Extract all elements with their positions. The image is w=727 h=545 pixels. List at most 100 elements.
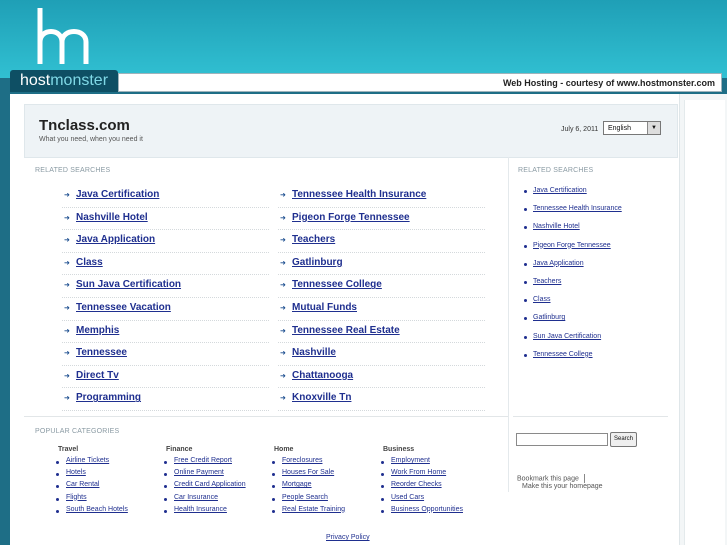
language-select[interactable]: English ▼ bbox=[603, 121, 661, 135]
category-link[interactable]: Used Cars bbox=[391, 494, 424, 501]
related-search-link[interactable]: Tennessee Real Estate bbox=[292, 325, 400, 336]
side-related-link[interactable]: Java Certification bbox=[533, 187, 587, 194]
related-search-link[interactable]: Programming bbox=[76, 392, 141, 403]
top-banner bbox=[0, 0, 727, 78]
category-link[interactable]: Flights bbox=[66, 494, 87, 501]
brand-logo[interactable]: hostmonster bbox=[10, 70, 118, 92]
hostmonster-logo-icon bbox=[37, 8, 89, 64]
category-link[interactable]: South Beach Hotels bbox=[66, 506, 128, 513]
category-link[interactable]: Houses For Sale bbox=[282, 469, 334, 476]
related-search-item: ➜ Sun Java Certification bbox=[62, 275, 269, 298]
bullet-icon bbox=[56, 497, 59, 501]
category-item: Real Estate Training bbox=[266, 506, 374, 518]
category-column: Finance Free Credit Report Online Payment C… bbox=[158, 446, 266, 518]
arrow-icon: ➜ bbox=[64, 350, 70, 358]
search-button[interactable]: Search bbox=[610, 432, 637, 447]
related-search-link[interactable]: Tennessee Vacation bbox=[76, 302, 171, 313]
arrow-icon: ➜ bbox=[280, 259, 286, 267]
arrow-icon: ➜ bbox=[64, 372, 70, 380]
date-label: July 6, 2011 bbox=[561, 126, 599, 133]
related-search-link[interactable]: Pigeon Forge Tennessee bbox=[292, 212, 410, 223]
bullet-icon bbox=[272, 509, 275, 513]
arrow-icon: ➜ bbox=[280, 395, 286, 403]
side-related-link[interactable]: Gatlinburg bbox=[533, 314, 565, 321]
category-item: Airline Tickets bbox=[50, 457, 158, 469]
bullet-icon bbox=[164, 497, 167, 501]
category-link[interactable]: Credit Card Application bbox=[174, 481, 246, 488]
related-search-link[interactable]: Teachers bbox=[292, 234, 335, 245]
related-links-left: ➜ Java Certification ➜ Nashville Hotel ➜ Java… bbox=[62, 185, 269, 411]
privacy-policy-link[interactable]: Privacy Policy bbox=[326, 534, 370, 541]
category-link[interactable]: People Search bbox=[282, 494, 328, 501]
popular-categories-label: POPULAR CATEGORIES bbox=[35, 428, 120, 435]
side-related-link[interactable]: Sun Java Certification bbox=[533, 333, 601, 340]
category-link[interactable]: Car Insurance bbox=[174, 494, 218, 501]
related-search-link[interactable]: Sun Java Certification bbox=[76, 279, 181, 290]
category-link[interactable]: Mortgage bbox=[282, 481, 312, 488]
category-link[interactable]: Foreclosures bbox=[282, 457, 322, 464]
side-related-link[interactable]: Class bbox=[533, 296, 551, 303]
related-search-item: ➜ Pigeon Forge Tennessee bbox=[278, 208, 485, 231]
bullet-icon bbox=[56, 461, 59, 464]
category-link[interactable]: Online Payment bbox=[174, 469, 224, 476]
side-related-link[interactable]: Java Application bbox=[533, 260, 584, 267]
side-related-link[interactable]: Nashville Hotel bbox=[533, 223, 580, 230]
category-link[interactable]: Business Opportunities bbox=[391, 506, 463, 513]
related-search-link[interactable]: Java Application bbox=[76, 234, 155, 245]
side-related-link[interactable]: Pigeon Forge Tennessee bbox=[533, 242, 611, 249]
category-link[interactable]: Real Estate Training bbox=[282, 506, 345, 513]
arrow-icon: ➜ bbox=[280, 237, 286, 245]
related-search-item: ➜ Chattanooga bbox=[278, 366, 485, 389]
bullet-icon bbox=[164, 461, 167, 464]
side-related-link[interactable]: Teachers bbox=[533, 278, 561, 285]
hosting-bar: Web Hosting - courtesy of www.hostmonste… bbox=[118, 73, 722, 92]
category-link[interactable]: Work From Home bbox=[391, 469, 446, 476]
bullet-icon bbox=[272, 497, 275, 501]
related-search-link[interactable]: Knoxville Tn bbox=[292, 392, 351, 403]
related-search-link[interactable]: Direct Tv bbox=[76, 370, 119, 381]
category-link[interactable]: Free Credit Report bbox=[174, 457, 232, 464]
search-input[interactable] bbox=[516, 433, 608, 446]
right-margin bbox=[679, 94, 727, 545]
related-search-link[interactable]: Memphis bbox=[76, 325, 119, 336]
related-search-link[interactable]: Tennessee Health Insurance bbox=[292, 189, 426, 200]
related-searches-label: RELATED SEARCHES bbox=[35, 167, 111, 174]
related-search-link[interactable]: Tennessee College bbox=[292, 279, 382, 290]
category-link[interactable]: Reorder Checks bbox=[391, 481, 442, 488]
bookmark-label: Bookmark this page bbox=[517, 475, 579, 483]
related-search-link[interactable]: Nashville bbox=[292, 347, 336, 358]
side-related-link[interactable]: Tennessee College bbox=[533, 351, 593, 358]
bullet-icon bbox=[524, 190, 527, 193]
related-search-link[interactable]: Class bbox=[76, 257, 103, 268]
related-search-item: ➜ Direct Tv bbox=[62, 366, 269, 389]
category-link[interactable]: Car Rental bbox=[66, 481, 99, 488]
category-link[interactable]: Health Insurance bbox=[174, 506, 227, 513]
category-item: Reorder Checks bbox=[375, 481, 483, 493]
related-search-item: ➜ Java Certification bbox=[62, 185, 269, 208]
arrow-icon: ➜ bbox=[64, 259, 70, 267]
bullet-icon bbox=[381, 461, 384, 464]
chevron-down-icon[interactable]: ▼ bbox=[647, 122, 660, 134]
related-search-item: ➜ Tennessee Health Insurance bbox=[278, 185, 485, 208]
arrow-icon: ➜ bbox=[280, 350, 286, 358]
related-search-link[interactable]: Gatlinburg bbox=[292, 257, 343, 268]
homepage-link[interactable]: Make this your homepage bbox=[522, 483, 603, 490]
arrow-icon: ➜ bbox=[280, 214, 286, 222]
category-link[interactable]: Airline Tickets bbox=[66, 457, 109, 464]
category-link[interactable]: Hotels bbox=[66, 469, 86, 476]
related-search-link[interactable]: Tennessee bbox=[76, 347, 127, 358]
related-search-link[interactable]: Java Certification bbox=[76, 189, 159, 200]
category-item: Work From Home bbox=[375, 469, 483, 481]
site-title: Tnclass.com bbox=[39, 117, 130, 134]
related-search-link[interactable]: Chattanooga bbox=[292, 370, 353, 381]
related-search-link[interactable]: Mutual Funds bbox=[292, 302, 357, 313]
category-link[interactable]: Employment bbox=[391, 457, 430, 464]
related-links-right: ➜ Tennessee Health Insurance ➜ Pigeon Forge… bbox=[278, 185, 485, 411]
related-search-link[interactable]: Nashville Hotel bbox=[76, 212, 148, 223]
bookmark-link[interactable]: Bookmark this page bbox=[517, 474, 585, 483]
related-search-item: ➜ Memphis bbox=[62, 321, 269, 344]
category-title: Business bbox=[383, 446, 415, 453]
side-related-link[interactable]: Tennessee Health Insurance bbox=[533, 205, 622, 212]
arrow-icon: ➜ bbox=[280, 282, 286, 290]
related-search-item: ➜ Tennessee Real Estate bbox=[278, 321, 485, 344]
